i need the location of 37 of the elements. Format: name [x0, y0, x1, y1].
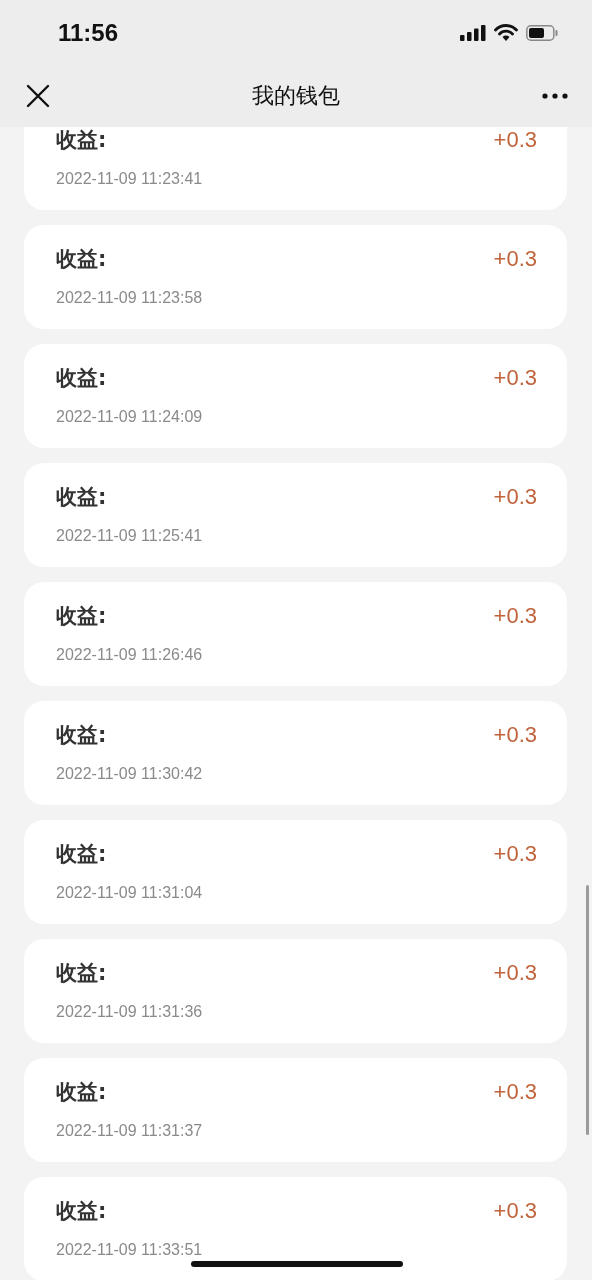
- record-amount: +0.3: [493, 603, 537, 629]
- record-amount: +0.3: [493, 722, 537, 748]
- record-amount: +0.3: [493, 1198, 537, 1224]
- close-icon[interactable]: [26, 84, 50, 108]
- record-time: 2022-11-09 11:23:58: [56, 289, 204, 307]
- record-time: 2022-11-09 11:31:04: [56, 884, 204, 902]
- record-amount: +0.3: [493, 365, 537, 391]
- record-time: 2022-11-09 11:30:42: [56, 765, 204, 783]
- record-time: 2022-11-09 11:31:36: [56, 1003, 204, 1021]
- record-time: 2022-11-09 11:31:37: [56, 1122, 204, 1140]
- record-label: 收益:: [56, 246, 107, 273]
- record-time: 2022-11-09 11:23:41: [56, 170, 204, 188]
- record-label: 收益:: [56, 603, 107, 630]
- record-amount: +0.3: [493, 246, 537, 272]
- record-amount: +0.3: [493, 960, 537, 986]
- record-label: 收益:: [56, 1198, 107, 1225]
- record-label: 收益:: [56, 722, 107, 749]
- record-time: 2022-11-09 11:25:41: [56, 527, 204, 545]
- record-label: 收益:: [56, 841, 107, 868]
- page-title: 我的钱包: [252, 82, 340, 110]
- more-icon[interactable]: [542, 93, 568, 99]
- status-time: 11:56: [58, 18, 119, 47]
- battery-icon: [526, 24, 558, 41]
- record-label: 收益:: [56, 365, 107, 392]
- record-amount: +0.3: [493, 1079, 537, 1105]
- record-time: 2022-11-09 11:33:51: [56, 1241, 204, 1259]
- record-time: 2022-11-09 11:24:09: [56, 408, 204, 426]
- signal-icon: [460, 24, 486, 41]
- record-amount: +0.3: [493, 127, 537, 153]
- record-label: 收益:: [56, 1079, 107, 1106]
- record-label: 收益:: [56, 127, 107, 154]
- wifi-icon: [494, 24, 518, 41]
- record-amount: +0.3: [493, 841, 537, 867]
- record-amount: +0.3: [493, 484, 537, 510]
- record-label: 收益:: [56, 484, 107, 511]
- record-time: 2022-11-09 11:26:46: [56, 646, 204, 664]
- record-label: 收益:: [56, 960, 107, 987]
